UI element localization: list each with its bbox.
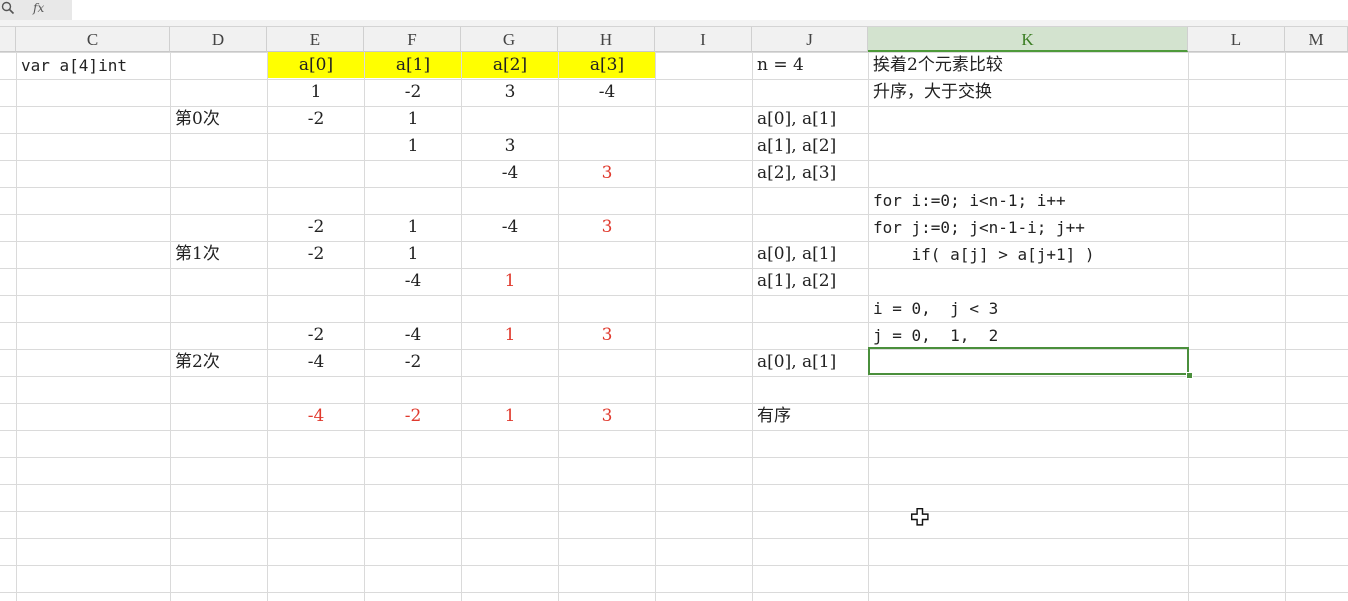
cell-K7[interactable]: for j:=0; j<n-1-i; j++ — [869, 214, 1188, 240]
cell-K6[interactable]: for i:=0; i<n-1; i++ — [869, 187, 1188, 213]
row-gridline — [0, 160, 1348, 161]
column-header-H[interactable]: H — [558, 27, 655, 52]
row-gridline — [0, 376, 1348, 377]
column-header-G[interactable]: G — [461, 27, 558, 52]
cell-G7[interactable]: -4 — [462, 214, 558, 240]
column-header-L[interactable]: L — [1188, 27, 1285, 52]
column-header-M[interactable]: M — [1285, 27, 1348, 52]
select-all-corner[interactable] — [0, 27, 16, 52]
cell-G14[interactable]: 1 — [462, 403, 558, 429]
cell-J1[interactable]: n = 4 — [753, 52, 868, 78]
cell-E14[interactable]: -4 — [268, 403, 364, 429]
column-header-J[interactable]: J — [752, 27, 868, 52]
cell-K11[interactable]: j = 0, 1, 2 — [869, 322, 1188, 348]
cell-G1[interactable]: a[2] — [462, 52, 558, 78]
cell-F1[interactable]: a[1] — [365, 52, 461, 78]
cell-H11[interactable]: 3 — [559, 322, 655, 348]
cell-H14[interactable]: 3 — [559, 403, 655, 429]
cell-G9[interactable]: 1 — [462, 268, 558, 294]
cell-E8[interactable]: -2 — [268, 241, 364, 267]
column-header-F[interactable]: F — [364, 27, 461, 52]
cell-J14[interactable]: 有序 — [753, 403, 868, 429]
cell-G11[interactable]: 1 — [462, 322, 558, 348]
cell-F8[interactable]: 1 — [365, 241, 461, 267]
cell-E11[interactable]: -2 — [268, 322, 364, 348]
column-header-K[interactable]: K — [868, 27, 1188, 52]
cell-F4[interactable]: 1 — [365, 133, 461, 159]
column-gridline — [16, 52, 17, 601]
column-gridline — [1188, 52, 1189, 601]
cell-D12[interactable]: 第2次 — [171, 349, 267, 375]
cell-D8[interactable]: 第1次 — [171, 241, 267, 267]
cell-F14[interactable]: -2 — [365, 403, 461, 429]
cell-G2[interactable]: 3 — [462, 79, 558, 105]
cell-H5[interactable]: 3 — [559, 160, 655, 186]
row-gridline — [0, 457, 1348, 458]
column-header-I[interactable]: I — [655, 27, 752, 52]
cell-J5[interactable]: a[2], a[3] — [753, 160, 868, 186]
cell-F3[interactable]: 1 — [365, 106, 461, 132]
cell-J9[interactable]: a[1], a[2] — [753, 268, 868, 294]
cell-J4[interactable]: a[1], a[2] — [753, 133, 868, 159]
cell-H2[interactable]: -4 — [559, 79, 655, 105]
cell-J3[interactable]: a[0], a[1] — [753, 106, 868, 132]
cell-K8[interactable]: if( a[j] > a[j+1] ) — [869, 241, 1188, 267]
cell-E1[interactable]: a[0] — [268, 52, 364, 78]
cell-K10[interactable]: i = 0, j < 3 — [869, 295, 1188, 321]
column-header-E[interactable]: E — [267, 27, 364, 52]
cell-F12[interactable]: -2 — [365, 349, 461, 375]
row-gridline — [0, 403, 1348, 404]
cell-F11[interactable]: -4 — [365, 322, 461, 348]
cell-E2[interactable]: 1 — [268, 79, 364, 105]
cell-E12[interactable]: -4 — [268, 349, 364, 375]
row-gridline — [0, 430, 1348, 431]
cell-J12[interactable]: a[0], a[1] — [753, 349, 868, 375]
column-gridline — [655, 52, 656, 601]
cell-K2[interactable]: 升序，大于交换 — [869, 79, 1188, 105]
cell-F9[interactable]: -4 — [365, 268, 461, 294]
spreadsheet-grid[interactable]: C D E F G H I J K L Mvar a[4]int a[0] a[1] a[2] a[3] n … — [0, 0, 1348, 601]
column-header-C[interactable]: C — [16, 27, 170, 52]
cell-C1[interactable]: var a[4]int — [17, 52, 170, 78]
column-gridline — [170, 52, 171, 601]
cell-cursor-icon — [910, 507, 929, 526]
row-gridline — [0, 484, 1348, 485]
column-header-D[interactable]: D — [170, 27, 267, 52]
cell-H1[interactable]: a[3] — [559, 52, 655, 78]
cell-G4[interactable]: 3 — [462, 133, 558, 159]
cell-E7[interactable]: -2 — [268, 214, 364, 240]
row-gridline — [0, 511, 1348, 512]
row-gridline — [0, 538, 1348, 539]
column-gridline — [1285, 52, 1286, 601]
cell-G5[interactable]: -4 — [462, 160, 558, 186]
cell-F2[interactable]: -2 — [365, 79, 461, 105]
cell-H7[interactable]: 3 — [559, 214, 655, 240]
cell-D3[interactable]: 第0次 — [171, 106, 267, 132]
row-gridline — [0, 133, 1348, 134]
cell-K1[interactable]: 挨着2个元素比较 — [869, 52, 1188, 78]
cell-E3[interactable]: -2 — [268, 106, 364, 132]
row-gridline — [0, 592, 1348, 593]
cell-F7[interactable]: 1 — [365, 214, 461, 240]
row-gridline — [0, 565, 1348, 566]
active-cell-K12[interactable] — [868, 347, 1189, 375]
fill-handle[interactable] — [1186, 372, 1193, 379]
row-gridline — [0, 268, 1348, 269]
cell-J8[interactable]: a[0], a[1] — [753, 241, 868, 267]
